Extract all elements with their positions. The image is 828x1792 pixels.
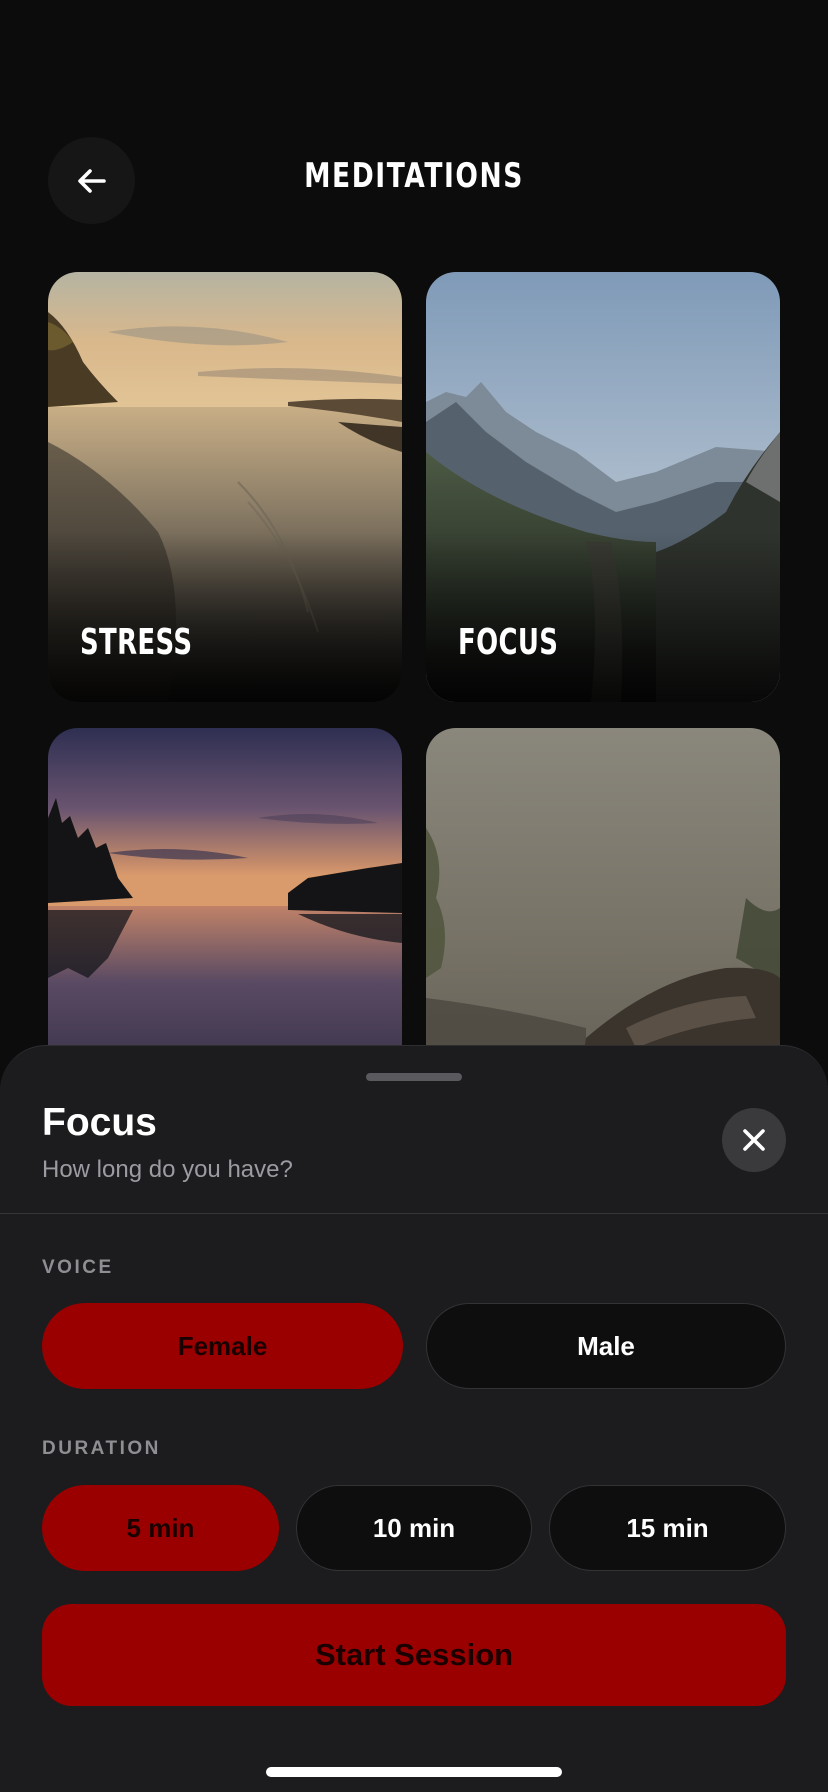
voice-option-male[interactable]: Male [426,1303,786,1389]
duration-bottom-sheet: Focus How long do you have? VOICE Female… [0,1045,828,1792]
duration-option-5-min[interactable]: 5 min [42,1485,279,1571]
meditation-card-stress[interactable]: STRESS [48,272,402,702]
close-icon [743,1129,765,1151]
sheet-title: Focus [42,1101,157,1144]
close-button[interactable] [722,1108,786,1172]
duration-option-10-min[interactable]: 10 min [296,1485,532,1571]
voice-section-label: VOICE [42,1257,114,1278]
start-session-button[interactable]: Start Session [42,1604,786,1706]
card-label: FOCUS [458,622,559,663]
page-title: MEDITATIONS [304,156,524,196]
home-indicator [266,1767,562,1777]
card-label: STRESS [80,622,193,663]
voice-option-female[interactable]: Female [42,1303,403,1389]
meditations-screen: MEDITATIONS STRESS FOCUS Focus How long … [0,0,828,1792]
sheet-divider [0,1213,828,1214]
card-shade [426,532,780,702]
duration-section-label: DURATION [42,1438,161,1459]
card-shade [48,532,402,702]
sheet-grabber[interactable] [366,1073,462,1081]
sheet-subtitle: How long do you have? [42,1156,293,1183]
meditation-card-focus[interactable]: FOCUS [426,272,780,702]
duration-option-15-min[interactable]: 15 min [549,1485,786,1571]
